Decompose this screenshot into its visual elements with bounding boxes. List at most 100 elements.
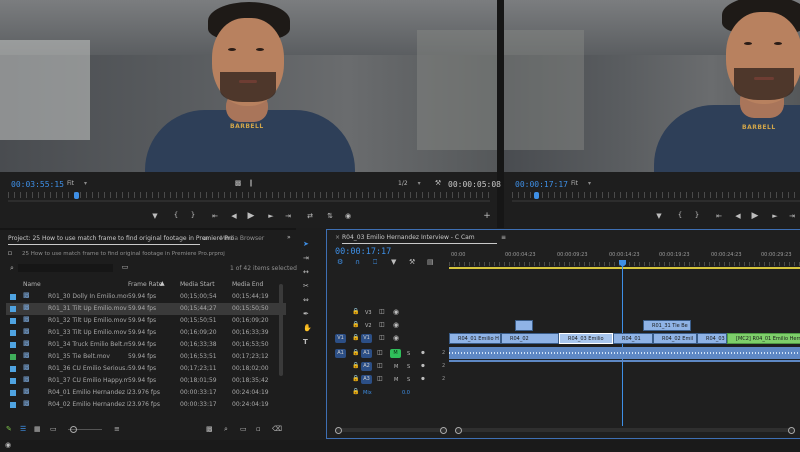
search-input[interactable]	[18, 264, 113, 272]
add-marker-timeline-icon[interactable]: ▼	[391, 258, 396, 266]
table-row[interactable]: ▩ R01_30 Dolly In Emilio.mov 59.94 fps 00;1…	[6, 291, 286, 303]
add-button-icon[interactable]: +	[482, 211, 492, 221]
mic-icon[interactable]: ⚫	[420, 375, 426, 383]
new-bin-icon[interactable]: ▭	[120, 263, 130, 271]
audio-clip-a2[interactable]	[449, 360, 800, 362]
tab-media-browser[interactable]: Media Browser	[220, 235, 264, 242]
row-name[interactable]: R01_32 Tilt Up Emilio.mov	[48, 317, 128, 324]
more-tabs-icon[interactable]: »	[287, 234, 291, 241]
track-a1-label[interactable]: A1	[361, 349, 372, 358]
source-resolution-select[interactable]: 1/2	[398, 180, 421, 187]
label-color-swatch[interactable]	[10, 366, 16, 372]
timeline-settings-icon[interactable]: ⚒	[409, 258, 415, 266]
program-step-forward-icon[interactable]: ►	[770, 212, 780, 220]
razor-tool-icon[interactable]: ✂	[303, 282, 309, 290]
track-v1-label[interactable]: V1	[361, 334, 372, 343]
row-name[interactable]: R01_35 Tie Belt.mov	[48, 353, 128, 360]
mix-value[interactable]: 0.0	[402, 390, 410, 396]
program-time-ruler[interactable]	[512, 192, 800, 198]
eye-icon[interactable]: ◉	[393, 334, 399, 342]
ripple-edit-tool-icon[interactable]: ↔	[303, 268, 309, 276]
track-v2-label[interactable]: V2	[365, 323, 372, 329]
label-color-swatch[interactable]	[10, 354, 16, 360]
source-a1-patch[interactable]: A1	[335, 349, 346, 358]
pen-tool-icon[interactable]: ✒	[303, 310, 309, 318]
find-icon[interactable]: ⌕	[224, 425, 228, 433]
drag-video-icon[interactable]: ∥	[246, 179, 256, 187]
table-row[interactable]: ▩ R01_33 Tilt Up Emilio.mov 59.94 fps 00;16…	[6, 327, 286, 339]
type-tool-icon[interactable]: T	[303, 338, 308, 346]
selection-tool-icon[interactable]: ➤	[303, 240, 309, 248]
mark-in-icon[interactable]: {	[171, 211, 181, 219]
lock-icon[interactable]: 🔒	[352, 349, 359, 357]
sync-lock-icon[interactable]: ◫	[379, 321, 385, 329]
sync-lock-icon[interactable]: ◫	[379, 308, 385, 316]
eye-icon[interactable]: ◉	[393, 321, 399, 329]
lock-icon[interactable]: 🔒	[352, 308, 359, 316]
solo-a3-button[interactable]: S	[407, 377, 410, 383]
program-playhead[interactable]	[534, 192, 539, 199]
insert-icon[interactable]: ⇄	[305, 212, 315, 220]
label-color-swatch[interactable]	[10, 390, 16, 396]
add-marker-icon[interactable]: ▼	[150, 212, 160, 220]
mic-icon[interactable]: ⚫	[420, 362, 426, 370]
table-row[interactable]: ▩ R01_37 CU Emilio Happy.mo 59.94 fps 00;18…	[6, 375, 286, 387]
audio-clip-a1[interactable]	[449, 347, 800, 359]
col-media-end[interactable]: Media End	[232, 281, 263, 288]
row-name[interactable]: R01_33 Tilt Up Emilio.mov	[48, 329, 128, 336]
col-media-start[interactable]: Media Start	[180, 281, 215, 288]
row-name[interactable]: R04_02 Emilio Hernandez In	[48, 401, 128, 408]
program-add-marker-icon[interactable]: ▼	[654, 212, 664, 220]
timeline-close-icon[interactable]: ×	[335, 234, 340, 241]
table-row[interactable]: ▩ R01_31 Tilt Up Emilio.mov 59.94 fps 00;15…	[6, 303, 286, 315]
linked-selection-icon[interactable]: ⎕	[373, 258, 377, 266]
clip-v1[interactable]: R04_01	[613, 333, 653, 344]
source-zoom-select[interactable]: Fit	[67, 180, 87, 187]
monitor-divider[interactable]	[497, 0, 504, 228]
go-to-in-icon[interactable]: ⇤	[210, 212, 220, 220]
captions-icon[interactable]: ▤	[427, 258, 434, 266]
mute-a1-button[interactable]: M	[390, 349, 401, 358]
step-back-icon[interactable]: ◀	[229, 212, 239, 220]
new-bin-bottom-icon[interactable]: ▭	[240, 425, 247, 433]
col-name[interactable]: Name	[23, 281, 41, 288]
sync-lock-icon[interactable]: ◫	[377, 375, 383, 383]
wrench-icon[interactable]: ⚒	[434, 179, 442, 187]
program-go-to-out-icon[interactable]: ⇥	[787, 212, 797, 220]
play-icon[interactable]: ▶	[246, 211, 256, 221]
lock-icon[interactable]: 🔒	[352, 362, 359, 370]
status-info-icon[interactable]: ◉	[4, 441, 12, 449]
freeform-view-icon[interactable]: ▭	[50, 425, 57, 433]
label-color-swatch[interactable]	[10, 294, 16, 300]
source-playhead[interactable]	[74, 192, 79, 199]
row-name[interactable]: R04_01 Emilio Hernandez In	[48, 389, 128, 396]
header-scrollbar[interactable]	[335, 427, 447, 434]
label-color-swatch[interactable]	[10, 330, 16, 336]
go-to-out-icon[interactable]: ⇥	[283, 212, 293, 220]
col-frame-rate[interactable]: Frame Rate	[128, 281, 162, 288]
program-zoom-select[interactable]: Fit	[571, 180, 591, 187]
program-step-back-icon[interactable]: ◀	[733, 212, 743, 220]
program-mark-out-icon[interactable]: }	[692, 211, 702, 219]
new-item-icon[interactable]: ▫	[256, 425, 261, 433]
track-v3-label[interactable]: V3	[365, 310, 372, 316]
clip-v1[interactable]: R04_03	[697, 333, 727, 344]
program-zoom-bar[interactable]	[512, 200, 800, 202]
source-timecode[interactable]: 00:03:55:15	[11, 180, 64, 189]
mute-a2-button[interactable]: M	[394, 364, 398, 370]
mic-icon[interactable]: ⚫	[420, 349, 426, 357]
label-color-swatch[interactable]	[10, 378, 16, 384]
tab-sequence[interactable]: R04_03 Emilio Hernandez Interview - C Ca…	[342, 234, 475, 241]
program-play-icon[interactable]: ▶	[750, 211, 760, 221]
label-color-swatch[interactable]	[10, 318, 16, 324]
mark-out-icon[interactable]: }	[188, 211, 198, 219]
sync-lock-icon[interactable]: ◫	[377, 349, 383, 357]
program-timecode[interactable]: 00:00:17:17	[515, 180, 568, 189]
hand-tool-icon[interactable]: ✋	[303, 324, 312, 332]
table-row[interactable]: ▩ R01_32 Tilt Up Emilio.mov 59.94 fps 00;15…	[6, 315, 286, 327]
source-zoom-bar[interactable]	[8, 200, 490, 202]
row-name[interactable]: R01_36 CU Emilio Serious.m	[48, 365, 128, 372]
table-row[interactable]: ▩ R01_35 Tie Belt.mov 59.94 fps 00;16;53;51…	[6, 351, 286, 363]
list-view-icon[interactable]: ☰	[20, 425, 26, 433]
table-row[interactable]: ▩ R04_01 Emilio Hernandez In 23.976 fps 00:…	[6, 387, 286, 399]
